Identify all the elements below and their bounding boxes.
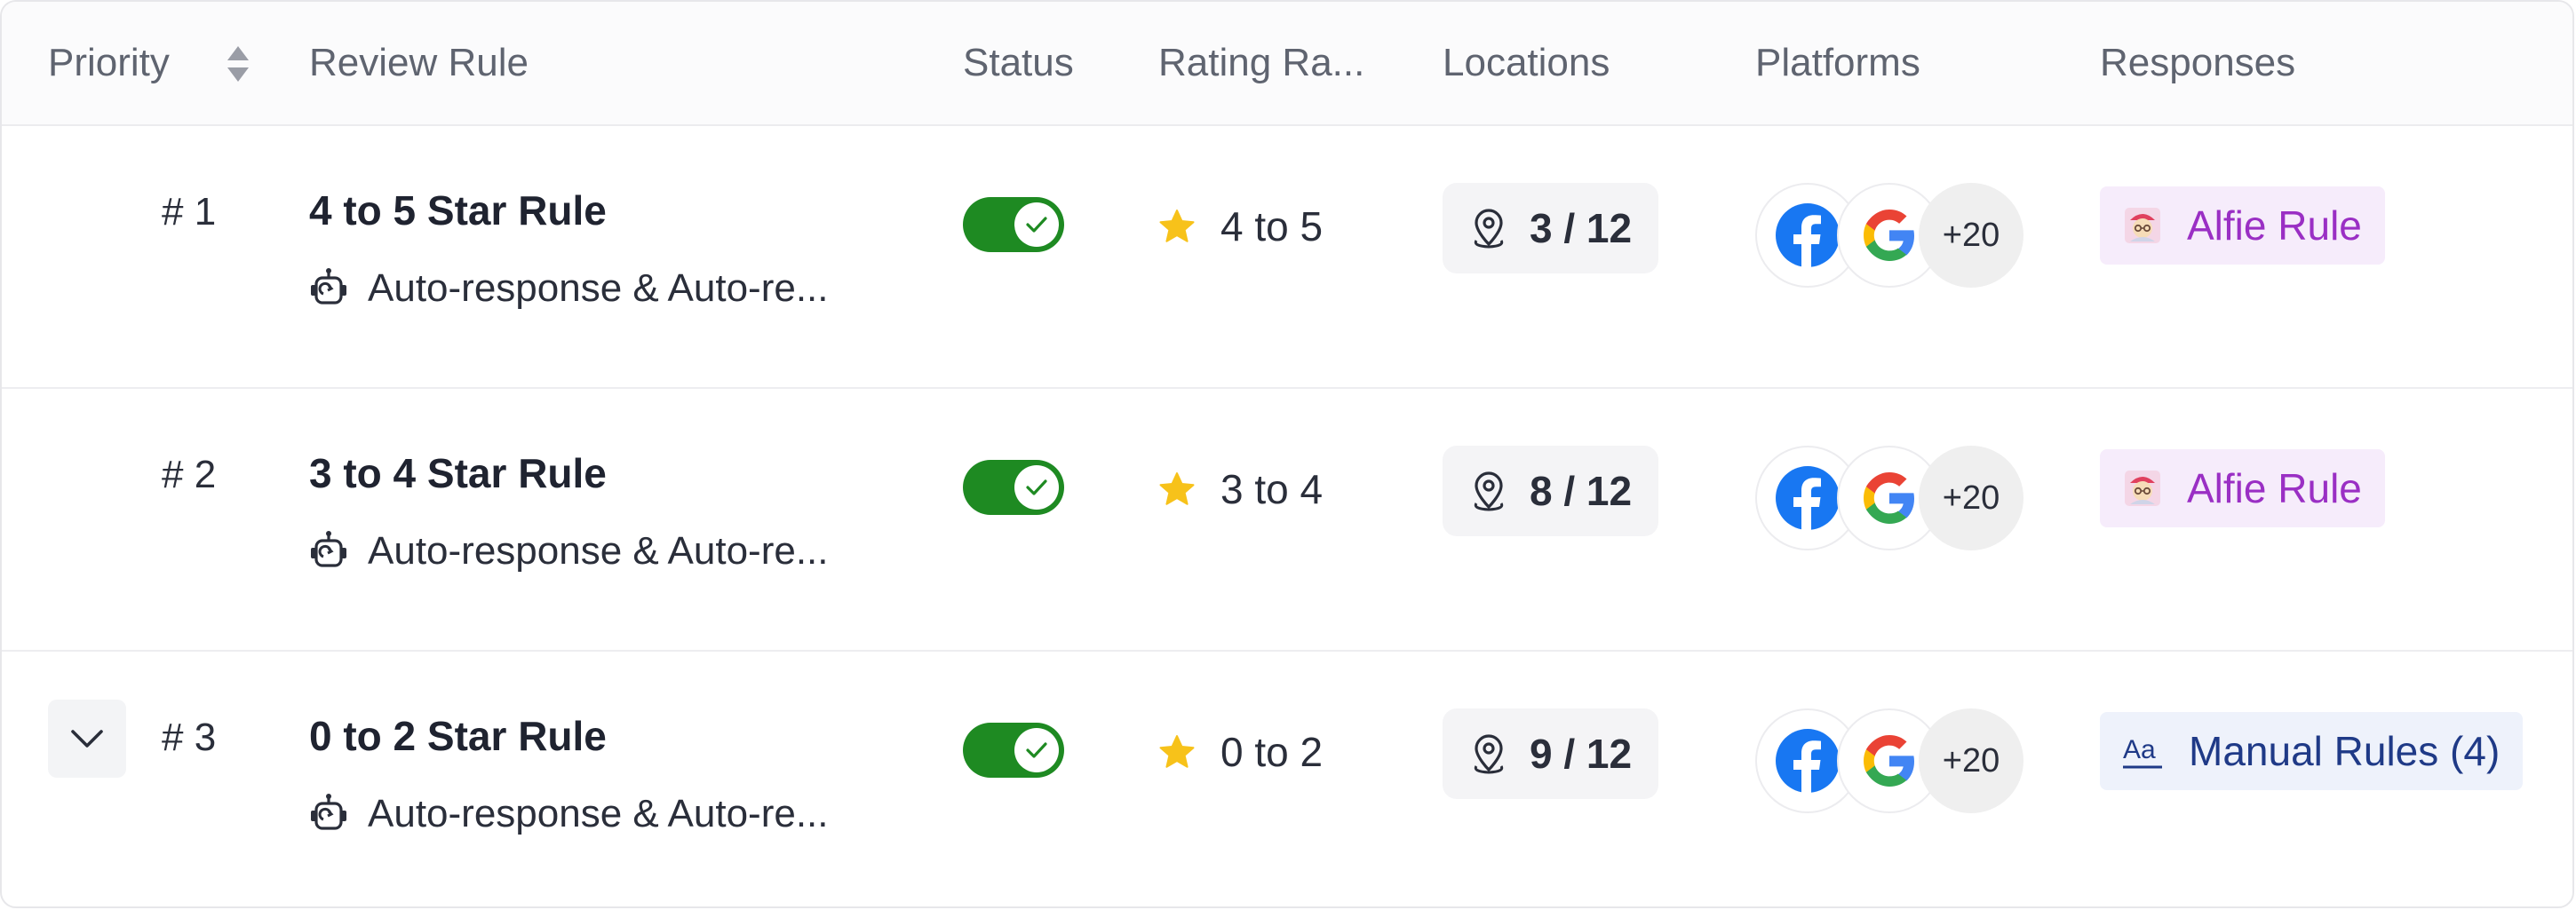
locations-pill[interactable]: 8 / 12 <box>1443 446 1659 536</box>
header-platforms: Platforms <box>1755 41 1920 84</box>
rule-subtitle: Auto-response & Auto-re... <box>309 792 829 836</box>
response-badge[interactable]: Aa Manual Rules (4) <box>2100 712 2524 790</box>
toggle-knob <box>1014 202 1059 247</box>
star-icon <box>1159 735 1195 768</box>
platform-icons[interactable]: +20 <box>1755 446 2023 550</box>
header-locations: Locations <box>1443 41 1610 84</box>
rule-subtitle-text: Auto-response & Auto-re... <box>368 792 829 835</box>
rating-range: 0 to 2 <box>1158 728 1323 776</box>
alfie-avatar-icon <box>2125 471 2160 506</box>
location-pin-icon <box>1474 209 1504 249</box>
table-header: Priority Review Rule Status Rating Ra...… <box>2 2 2572 126</box>
table-row[interactable]: # 1 4 to 5 Star Rule Auto-response & Aut… <box>2 126 2572 389</box>
status-toggle[interactable] <box>963 723 1064 778</box>
table-row[interactable]: # 3 0 to 2 Star Rule Auto-response & Aut… <box>2 652 2572 906</box>
star-icon <box>1159 472 1195 505</box>
locations-count: 3 / 12 <box>1530 205 1633 251</box>
expand-row-button[interactable] <box>48 700 126 778</box>
header-rating-range: Rating Ra... <box>1158 41 1365 84</box>
rating-range-text: 4 to 5 <box>1220 203 1324 249</box>
alfie-avatar-icon <box>2125 208 2160 243</box>
locations-count: 8 / 12 <box>1530 468 1633 514</box>
status-toggle[interactable] <box>963 197 1064 252</box>
header-status: Status <box>963 41 1074 84</box>
review-rules-table: Priority Review Rule Status Rating Ra...… <box>0 0 2574 908</box>
location-pin-icon <box>1474 471 1504 511</box>
header-priority[interactable]: Priority <box>48 2 170 124</box>
toggle-knob <box>1014 465 1059 510</box>
robot-icon <box>311 268 346 305</box>
table-row[interactable]: # 2 3 to 4 Star Rule Auto-response & Aut… <box>2 389 2572 652</box>
text-format-icon: Aa <box>2123 735 2162 769</box>
rule-subtitle: Auto-response & Auto-re... <box>309 529 829 574</box>
platform-icons[interactable]: +20 <box>1755 708 2023 813</box>
response-label: Manual Rules (4) <box>2189 728 2500 774</box>
svg-text:Aa: Aa <box>2123 735 2156 764</box>
toggle-knob <box>1014 728 1059 772</box>
locations-pill[interactable]: 9 / 12 <box>1443 708 1659 799</box>
locations-pill[interactable]: 3 / 12 <box>1443 183 1659 273</box>
priority-number: # 2 <box>162 453 217 496</box>
robot-icon <box>311 794 346 830</box>
rule-subtitle: Auto-response & Auto-re... <box>309 266 829 311</box>
header-review-rule: Review Rule <box>309 41 529 84</box>
locations-count: 9 / 12 <box>1530 731 1633 777</box>
platform-icons[interactable]: +20 <box>1755 183 2023 288</box>
star-icon <box>1159 210 1195 242</box>
rule-name[interactable]: 3 to 4 Star Rule <box>309 449 607 497</box>
sort-icon[interactable] <box>226 44 250 83</box>
platforms-more-badge: +20 <box>1919 183 2023 288</box>
rating-range-text: 3 to 4 <box>1220 466 1324 512</box>
response-label: Alfie Rule <box>2187 202 2362 249</box>
platforms-more-badge: +20 <box>1919 708 2023 813</box>
rating-range-text: 0 to 2 <box>1220 729 1324 775</box>
location-pin-icon <box>1474 734 1504 774</box>
response-badge[interactable]: Alfie Rule <box>2100 186 2385 265</box>
header-responses: Responses <box>2100 41 2296 84</box>
chevron-down-icon <box>71 730 103 748</box>
rule-name[interactable]: 4 to 5 Star Rule <box>309 186 607 234</box>
rule-subtitle-text: Auto-response & Auto-re... <box>368 529 829 573</box>
priority-number: # 1 <box>162 190 217 233</box>
rating-range: 3 to 4 <box>1158 465 1323 513</box>
rule-name[interactable]: 0 to 2 Star Rule <box>309 712 607 760</box>
platforms-more-badge: +20 <box>1919 446 2023 550</box>
priority-number: # 3 <box>162 716 217 759</box>
check-icon <box>1026 217 1047 233</box>
response-label: Alfie Rule <box>2187 465 2362 511</box>
check-icon <box>1026 742 1047 758</box>
status-toggle[interactable] <box>963 460 1064 515</box>
check-icon <box>1026 479 1047 495</box>
rule-subtitle-text: Auto-response & Auto-re... <box>368 266 829 310</box>
response-badge[interactable]: Alfie Rule <box>2100 449 2385 527</box>
rating-range: 4 to 5 <box>1158 202 1323 250</box>
robot-icon <box>311 531 346 567</box>
